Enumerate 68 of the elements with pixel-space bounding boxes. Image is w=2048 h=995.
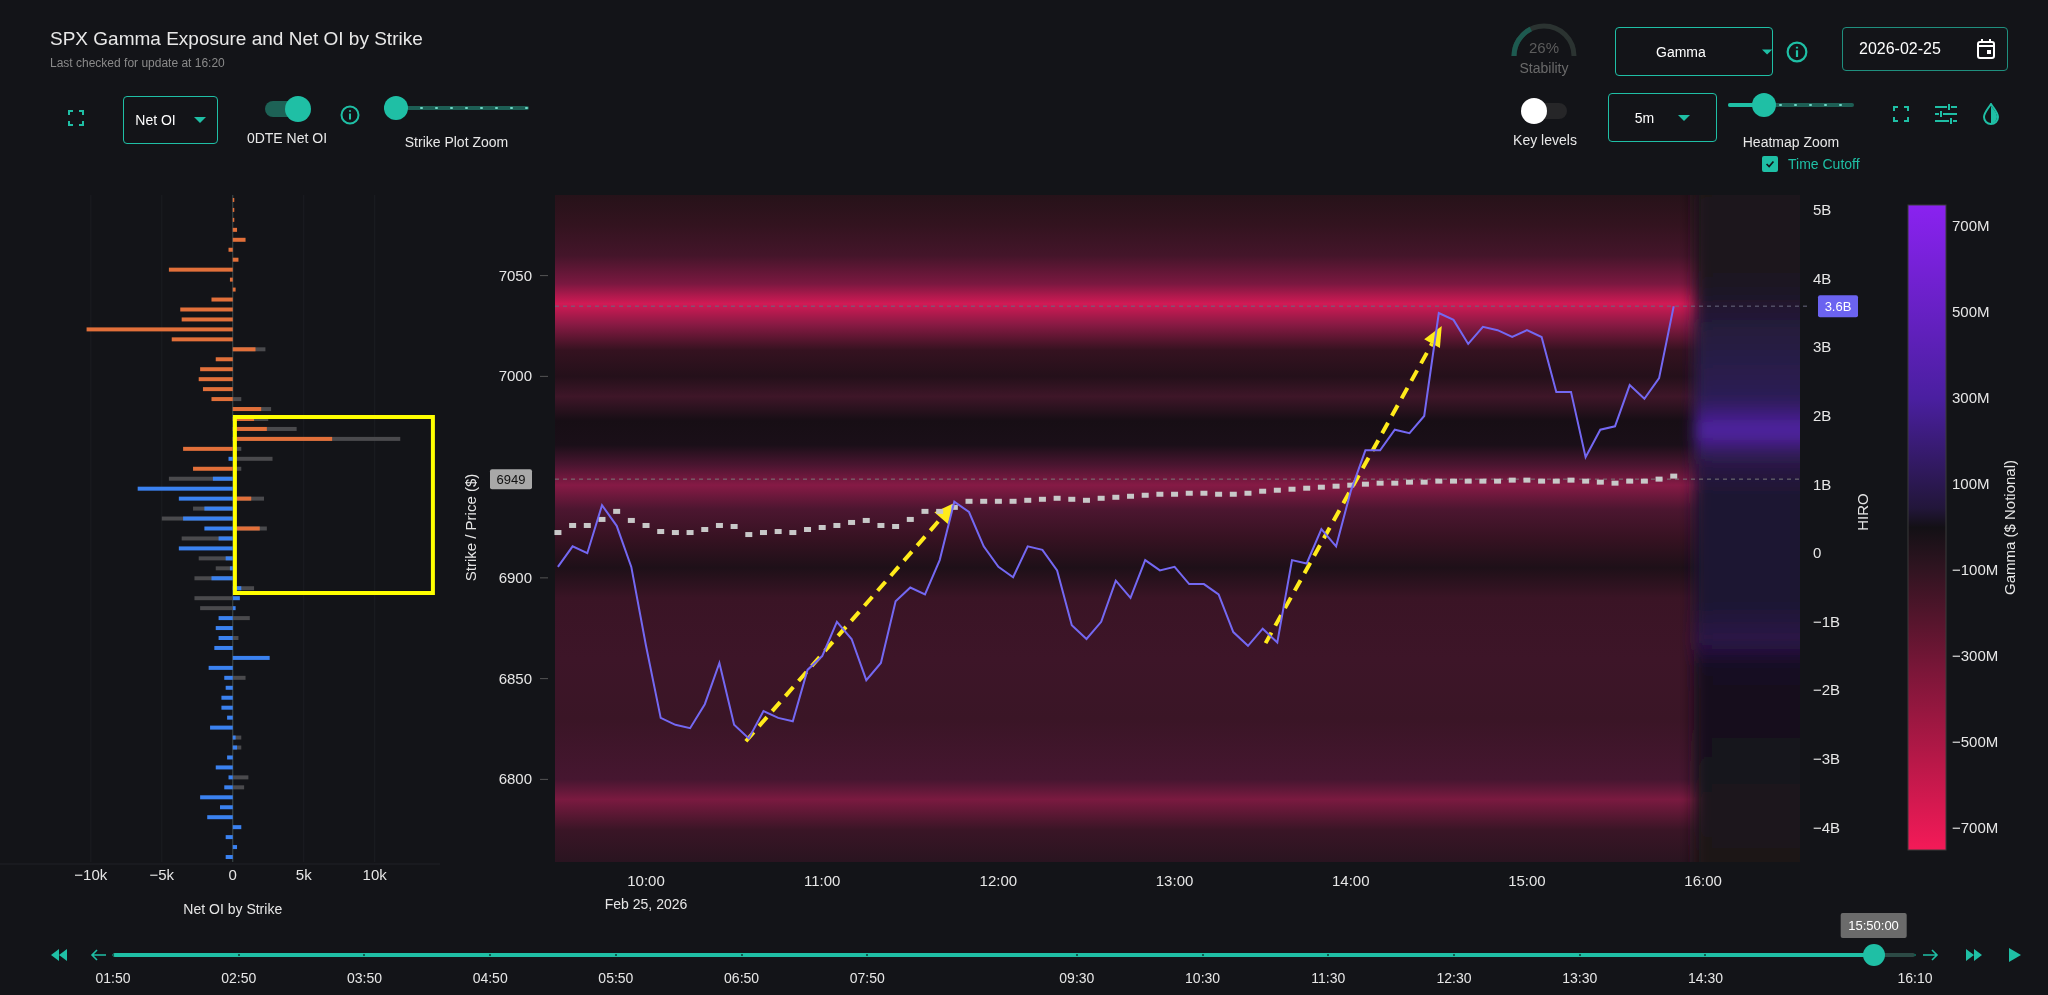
- axis-label: −10k: [74, 866, 108, 883]
- axis-label: 500M: [1952, 303, 1990, 320]
- axis-label: −3B: [1813, 750, 1841, 768]
- page-title: SPX Gamma Exposure and Net OI by Strike: [50, 28, 424, 50]
- axis-title: Strike / Price ($): [462, 473, 479, 582]
- axis-label: 100M: [1952, 475, 1990, 492]
- axis-label: 1B: [1813, 475, 1832, 493]
- axis-label: 10k: [362, 866, 387, 883]
- axis-title: Gamma ($ Notional): [2001, 460, 2018, 595]
- time-label: 13:30: [1562, 970, 1598, 986]
- time-label: 01:50: [95, 970, 131, 986]
- axis-label: −300M: [1952, 647, 1999, 664]
- axis-label: 4B: [1813, 269, 1832, 287]
- axis-title: HIRO: [1854, 493, 1871, 531]
- hiro-marker: 3.6B: [1818, 295, 1858, 318]
- axis-label: 6800: [498, 770, 532, 788]
- axis-label: −1B: [1813, 612, 1841, 630]
- time-label: 05:50: [598, 970, 634, 986]
- slider-label: Strike Plot Zoom: [404, 134, 509, 150]
- axis-label: −5k: [149, 866, 175, 883]
- axis-title: Net OI by Strike: [183, 901, 283, 917]
- checkbox-label: Time Cutoff: [1788, 156, 1860, 172]
- ref-line-label: 6949: [496, 472, 526, 488]
- axis-label: 10:00: [627, 872, 665, 889]
- time-label: 04:50: [472, 970, 508, 986]
- time-label: 07:50: [849, 970, 885, 986]
- time-label: 03:50: [346, 970, 382, 986]
- axis-label: −500M: [1952, 733, 1999, 750]
- axis-label: 5k: [295, 866, 312, 883]
- axis-label: 300M: [1952, 389, 1990, 406]
- axis-label: 15:00: [1508, 872, 1546, 889]
- axis-label: −2B: [1813, 681, 1841, 699]
- ref-line-label: 3.6B: [1824, 299, 1852, 315]
- time-label: 11:30: [1311, 970, 1346, 986]
- axis-label: −700M: [1952, 819, 1999, 836]
- axis-label: 0: [228, 866, 237, 883]
- axis-label: −100M: [1952, 561, 1999, 578]
- axis-label: 13:00: [1155, 872, 1194, 889]
- time-label: 10:30: [1185, 970, 1221, 986]
- time-label: 12:30: [1436, 970, 1472, 986]
- toggle-label: 0DTE Net OI: [246, 130, 328, 146]
- axis-label: 5B: [1813, 201, 1832, 219]
- axis-label: 0: [1813, 544, 1822, 562]
- update-status: Last checked for update at 16:20: [50, 56, 226, 70]
- axis-label: 7050: [498, 266, 532, 284]
- time-tooltip: 15:50:00: [1840, 913, 1907, 938]
- toggle-label: Key levels: [1513, 132, 1577, 148]
- axis-label: 7000: [498, 367, 532, 385]
- stability-label: Stability: [1519, 60, 1569, 76]
- axis-label: 3B: [1813, 338, 1832, 356]
- axis-label: 16:00: [1684, 872, 1722, 889]
- axis-label: 11:00: [804, 872, 841, 889]
- axis-label: 2B: [1813, 406, 1832, 424]
- stability-reading: 26%: [1529, 39, 1559, 56]
- axis-label: 12:00: [979, 872, 1018, 889]
- price-marker: 6949: [490, 469, 532, 490]
- time-label: 09:30: [1059, 970, 1095, 986]
- time-label: 16:10: [1897, 970, 1933, 986]
- date-label: Feb 25, 2026: [604, 896, 688, 912]
- axis-label: −4B: [1813, 818, 1841, 836]
- axis-label: 14:00: [1331, 872, 1370, 889]
- axis-label: 6900: [498, 568, 532, 586]
- axis-label: 6850: [498, 669, 532, 687]
- time-label: 02:50: [221, 970, 257, 986]
- time-label: 14:30: [1687, 970, 1723, 986]
- slider-label: Heatmap Zoom: [1742, 134, 1840, 150]
- axis-label: 700M: [1952, 217, 1990, 234]
- time-label: 06:50: [724, 970, 760, 986]
